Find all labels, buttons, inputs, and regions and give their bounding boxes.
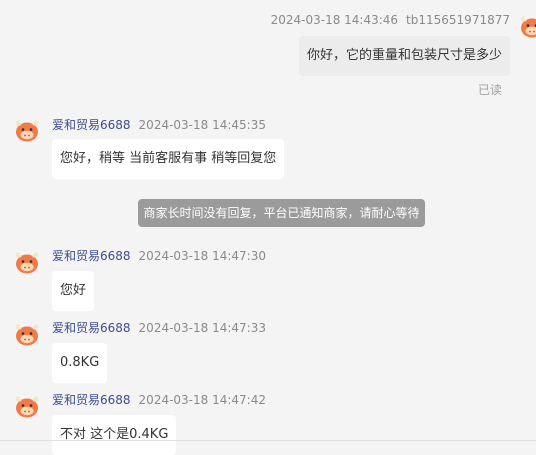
message-meta: 爱和贸易6688 2024-03-18 14:47:33 [52, 320, 266, 336]
message-meta: 2024-03-18 14:43:46 tb115651971877 [271, 12, 510, 28]
cow-avatar-icon[interactable] [13, 392, 41, 420]
message-sender[interactable]: 爱和贸易6688 [52, 118, 131, 132]
message-sender[interactable]: 爱和贸易6688 [52, 249, 131, 263]
message-sender[interactable]: 爱和贸易6688 [52, 321, 131, 335]
message-text: 您好，稍等 当前客服有事 稍等回复您 [60, 151, 277, 166]
message-sender: tb115651971877 [406, 13, 510, 27]
cow-avatar-icon[interactable] [13, 320, 41, 348]
message-bubble[interactable]: 0.8KG [52, 343, 108, 383]
chat-window: 2024-03-18 14:43:46 tb115651971877 你好，它的重… [0, 0, 536, 455]
message-bubble[interactable]: 您好 [52, 271, 95, 311]
message-time: 2024-03-18 14:43:46 [270, 13, 399, 27]
cow-avatar-icon[interactable] [13, 116, 41, 144]
message-time: 2024-03-18 14:47:30 [138, 249, 266, 263]
message-bubble[interactable]: 不对 这个是0.4KG [52, 415, 177, 455]
system-notice: 商家长时间没有回复，平台已通知商家，请耐心等待 [138, 199, 425, 227]
cow-avatar-icon[interactable] [518, 12, 536, 40]
message-bubble[interactable]: 您好，稍等 当前客服有事 稍等回复您 [52, 139, 285, 179]
cow-avatar-icon[interactable] [13, 248, 41, 276]
message-time: 2024-03-18 14:45:35 [138, 118, 266, 132]
message-text: 0.8KG [60, 355, 100, 370]
message-text: 您好 [60, 283, 87, 298]
message-sender[interactable]: 爱和贸易6688 [52, 393, 131, 407]
input-divider [0, 440, 536, 441]
read-status: 已读 [477, 83, 502, 97]
message-meta: 爱和贸易6688 2024-03-18 14:47:42 [52, 392, 266, 408]
message-time: 2024-03-18 14:47:42 [138, 393, 266, 407]
message-meta: 爱和贸易6688 2024-03-18 14:47:30 [52, 248, 266, 264]
message-time: 2024-03-18 14:47:33 [138, 321, 266, 335]
message-bubble[interactable]: 你好，它的重量和包装尺寸是多少 [298, 36, 510, 76]
message-text: 你好，它的重量和包装尺寸是多少 [306, 48, 502, 63]
message-meta: 爱和贸易6688 2024-03-18 14:45:35 [52, 117, 266, 133]
